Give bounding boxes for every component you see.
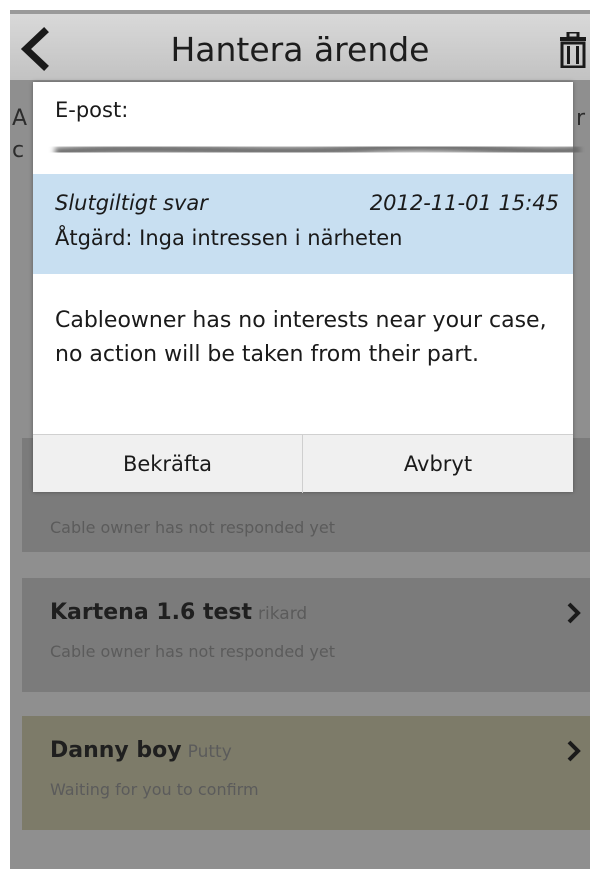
- case-status: Cable owner has not responded yet: [50, 642, 336, 661]
- app-header: Hantera ärende: [10, 10, 590, 80]
- case-name: Danny boy: [50, 738, 182, 763]
- background-text-fragment: c: [12, 138, 25, 163]
- confirm-button[interactable]: Bekräfta: [33, 435, 303, 493]
- case-name: Kartena 1.6 test: [50, 600, 253, 625]
- email-label: E-post:: [55, 98, 129, 122]
- case-status: Waiting for you to confirm: [50, 780, 259, 799]
- chevron-right-icon: [567, 740, 581, 762]
- trash-icon[interactable]: [558, 32, 588, 68]
- page-title: Hantera ärende: [170, 30, 430, 69]
- answer-dialog: E-post: Slutgiltigt svar 2012-11-01 15:4…: [33, 82, 581, 493]
- cancel-button[interactable]: Avbryt: [303, 435, 573, 493]
- dialog-button-bar: Bekräfta Avbryt: [33, 434, 573, 493]
- case-card[interactable]: Danny boy Putty Waiting for you to confir…: [22, 716, 590, 830]
- background-text-fragment: r: [576, 106, 586, 131]
- case-title: Danny boy Putty: [50, 738, 232, 763]
- background-text-fragment: A: [12, 106, 28, 131]
- answer-type: Slutgiltigt svar: [55, 191, 208, 215]
- answer-action: Åtgärd: Inga intressen i närheten: [55, 226, 403, 250]
- answer-message: Cableowner has no interests near your ca…: [55, 308, 547, 367]
- answer-summary: Slutgiltigt svar 2012-11-01 15:45 Åtgärd…: [33, 174, 573, 274]
- screen: Hantera ärende A c r Cable owner has not…: [10, 10, 590, 869]
- case-card[interactable]: Kartena 1.6 test rikard Cable owner has n…: [22, 578, 590, 692]
- case-title: Kartena 1.6 test rikard: [50, 600, 307, 625]
- case-user: rikard: [258, 604, 308, 624]
- case-user: Putty: [187, 742, 232, 762]
- answer-date: 2012-11-01 15:45: [369, 191, 559, 215]
- chevron-right-icon: [567, 602, 581, 624]
- redacted-email: [54, 142, 581, 157]
- case-status: Cable owner has not responded yet: [50, 518, 336, 537]
